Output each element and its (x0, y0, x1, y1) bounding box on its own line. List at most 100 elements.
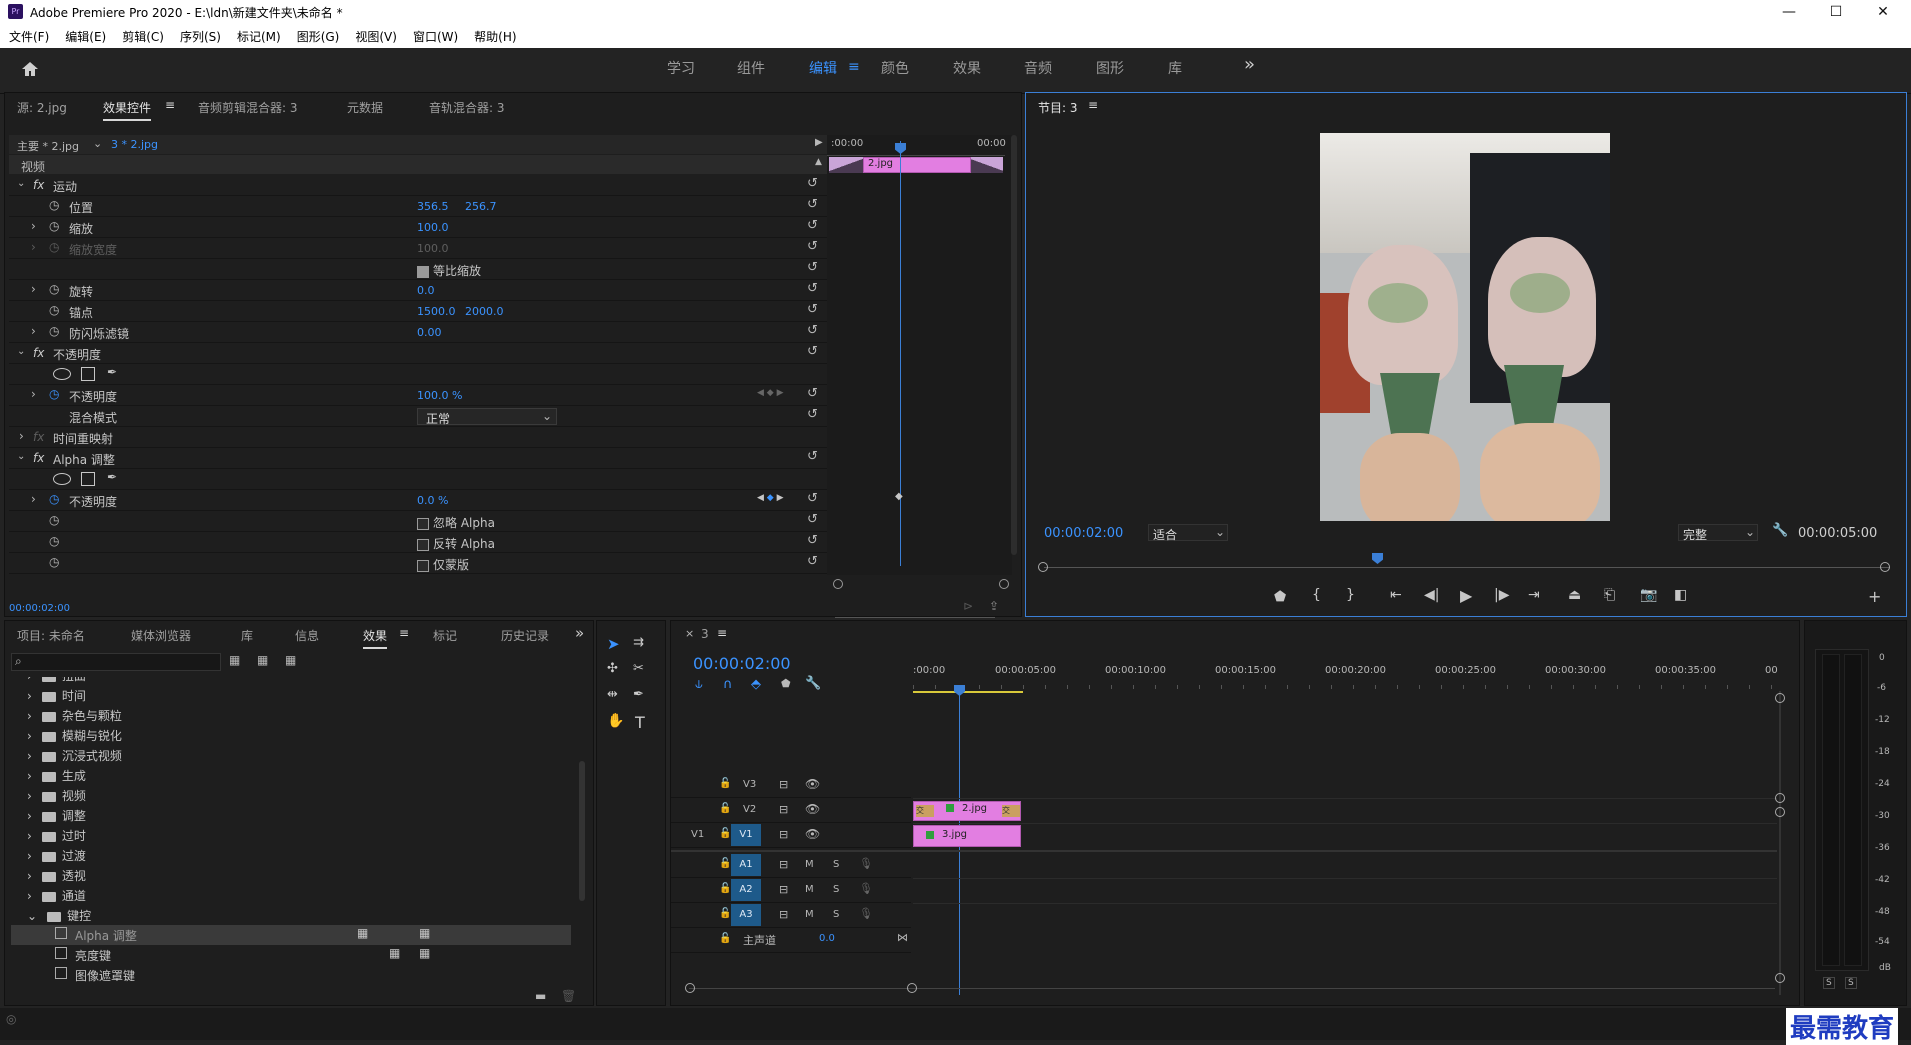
menu-marker[interactable]: 标记(M) (228, 24, 288, 45)
slip-tool-icon[interactable]: ⇹ (607, 687, 618, 702)
reset-icon[interactable]: ↺ (807, 386, 818, 401)
invert-alpha-checkbox[interactable]: 反转 Alpha (417, 535, 495, 552)
menu-graphics[interactable]: 图形(G) (288, 24, 347, 45)
stopwatch-icon[interactable]: ◷ (49, 513, 59, 527)
lock-icon[interactable]: 🔓 (719, 858, 731, 869)
folder-perspective[interactable]: › 透视 (27, 867, 86, 884)
workspace-learn[interactable]: 学习 (667, 58, 695, 78)
anchor-y-value[interactable]: 2000.0 (465, 305, 504, 318)
rectangle-mask-icon[interactable] (81, 472, 95, 486)
flicker-value[interactable]: 0.00 (417, 326, 442, 339)
folder-time[interactable]: › 时间 (27, 687, 86, 704)
blend-mode-select[interactable]: 正常 ⌄ (417, 408, 557, 426)
zoom-handle-left[interactable] (833, 579, 843, 589)
workspace-color[interactable]: 颜色 (881, 58, 909, 78)
menu-sequence[interactable]: 序列(S) (171, 24, 228, 45)
scale-value[interactable]: 100.0 (417, 221, 449, 234)
effects-scrollbar[interactable] (579, 761, 585, 901)
close-button[interactable]: ✕ (1860, 0, 1906, 24)
program-playhead-icon[interactable] (1372, 553, 1383, 564)
folder-noise-grain[interactable]: › 杂色与颗粒 (27, 707, 122, 724)
stopwatch-active-icon[interactable]: ◷ (49, 492, 59, 506)
opacity-value[interactable]: 100.0 % (417, 389, 462, 402)
track-target-a3[interactable]: A3 (731, 904, 761, 926)
reset-icon[interactable]: ↺ (807, 323, 818, 338)
alpha-opacity-value[interactable]: 0.0 % (417, 494, 448, 507)
effect-item-luma-key[interactable]: 亮度键 ▦ ▦ (11, 945, 571, 965)
chevron-right-icon[interactable]: › (31, 387, 36, 401)
pen-mask-icon[interactable]: ✒ (107, 365, 117, 379)
clip-v1[interactable]: 3.jpg (913, 825, 1021, 847)
minimize-button[interactable]: — (1766, 0, 1812, 24)
stopwatch-icon[interactable]: ◷ (49, 303, 59, 317)
tab-project[interactable]: 项目: 未命名 (17, 627, 85, 644)
reset-icon[interactable]: ↺ (807, 491, 818, 506)
mute-button[interactable]: M (805, 909, 814, 920)
mute-button[interactable]: M (805, 884, 814, 895)
mini-scrollbar[interactable] (835, 617, 995, 618)
tab-markers[interactable]: 标记 (433, 627, 457, 644)
chevron-right-icon[interactable]: › (31, 324, 36, 338)
export-frame-camera-icon[interactable]: 📷 (1640, 587, 1657, 603)
keyframe-diamond-icon[interactable]: ◆ (895, 491, 903, 502)
new-bin-icon[interactable]: ▬ (535, 989, 546, 1003)
stopwatch-icon[interactable]: ◷ (49, 219, 59, 233)
rectangle-mask-icon[interactable] (81, 367, 95, 381)
sync-lock-icon[interactable]: ⊟ (779, 858, 788, 871)
tab-libraries[interactable]: 库 (241, 627, 253, 644)
tab-media-browser[interactable]: 媒体浏览器 (131, 627, 191, 644)
tab-audio-clip-mixer[interactable]: 音频剪辑混合器: 3 (198, 99, 298, 116)
master-volume-value[interactable]: 0.0 (819, 933, 835, 944)
mini-playhead[interactable] (900, 141, 901, 566)
chevron-right-icon[interactable]: › (31, 219, 36, 233)
effects-search-input[interactable]: ⌕ (11, 653, 221, 671)
snap-icon[interactable]: ⫝ (695, 677, 703, 692)
lock-icon[interactable]: 🔓 (719, 883, 731, 894)
microphone-icon[interactable]: 🎙 (859, 907, 873, 920)
panel-menu-icon[interactable]: ≡ (1088, 98, 1098, 112)
solo-button[interactable]: S (833, 909, 839, 920)
tab-effects[interactable]: 效果 (363, 627, 388, 649)
transition-marker-icon[interactable]: 交 (1002, 805, 1020, 817)
scrubber-handle-right[interactable] (1880, 562, 1890, 572)
program-timecode[interactable]: 00:00:02:00 (1044, 526, 1123, 541)
folder-video[interactable]: › 视频 (27, 787, 86, 804)
add-marker-icon[interactable]: ⬘ (751, 677, 761, 692)
yuv-effects-icon[interactable]: ▦ (285, 653, 296, 667)
tab-menu-icon[interactable]: ≡ (399, 626, 409, 640)
microphone-icon[interactable]: 🎙 (859, 882, 873, 895)
clip-v2[interactable]: 交 2.jpg 交 (913, 801, 1021, 821)
scroll-handle[interactable] (907, 983, 917, 993)
pen-mask-icon[interactable]: ✒ (107, 470, 117, 484)
reset-icon[interactable]: ↺ (807, 239, 818, 254)
solo-right-button[interactable]: S (1845, 977, 1857, 989)
folder-blur-sharpen[interactable]: › 模糊与锐化 (27, 727, 122, 744)
transition-marker-icon[interactable]: 交 (916, 805, 934, 817)
type-tool-icon[interactable]: T (635, 713, 645, 732)
position-y-value[interactable]: 256.7 (465, 200, 497, 213)
workspace-graphics[interactable]: 图形 (1096, 58, 1124, 78)
sync-lock-icon[interactable]: ⊟ (779, 803, 788, 816)
stopwatch-icon[interactable]: ◷ (49, 324, 59, 338)
reset-icon[interactable]: ↺ (807, 218, 818, 233)
fit-select[interactable]: 适合 ⌄ (1148, 524, 1228, 542)
accelerated-effects-icon[interactable]: ▦ (229, 653, 240, 667)
reset-icon[interactable]: ↺ (807, 407, 818, 422)
fx-icon[interactable]: fx (33, 451, 44, 465)
tab-info[interactable]: 信息 (295, 627, 319, 644)
hand-tool-icon[interactable]: ✋ (607, 713, 624, 729)
more-workspaces-button[interactable]: » (1244, 54, 1255, 75)
mini-clip[interactable]: 2.jpg (863, 157, 971, 173)
pen-tool-icon[interactable]: ✒ (633, 687, 644, 702)
sync-lock-icon[interactable]: ⊟ (779, 828, 788, 841)
stopwatch-icon[interactable]: ◷ (49, 282, 59, 296)
zoom-handle-right[interactable] (999, 579, 1009, 589)
timeline-timecode[interactable]: 00:00:02:00 (693, 654, 791, 673)
checkbox-icon[interactable] (417, 538, 429, 551)
scrubber-handle-left[interactable] (1038, 562, 1048, 572)
mark-in-icon[interactable]: { (1312, 587, 1321, 603)
add-button-icon[interactable]: + (1868, 587, 1881, 606)
reset-icon[interactable]: ↺ (807, 554, 818, 569)
scroll-handle[interactable] (1775, 807, 1785, 817)
step-back-icon[interactable]: ◀| (1424, 587, 1439, 603)
